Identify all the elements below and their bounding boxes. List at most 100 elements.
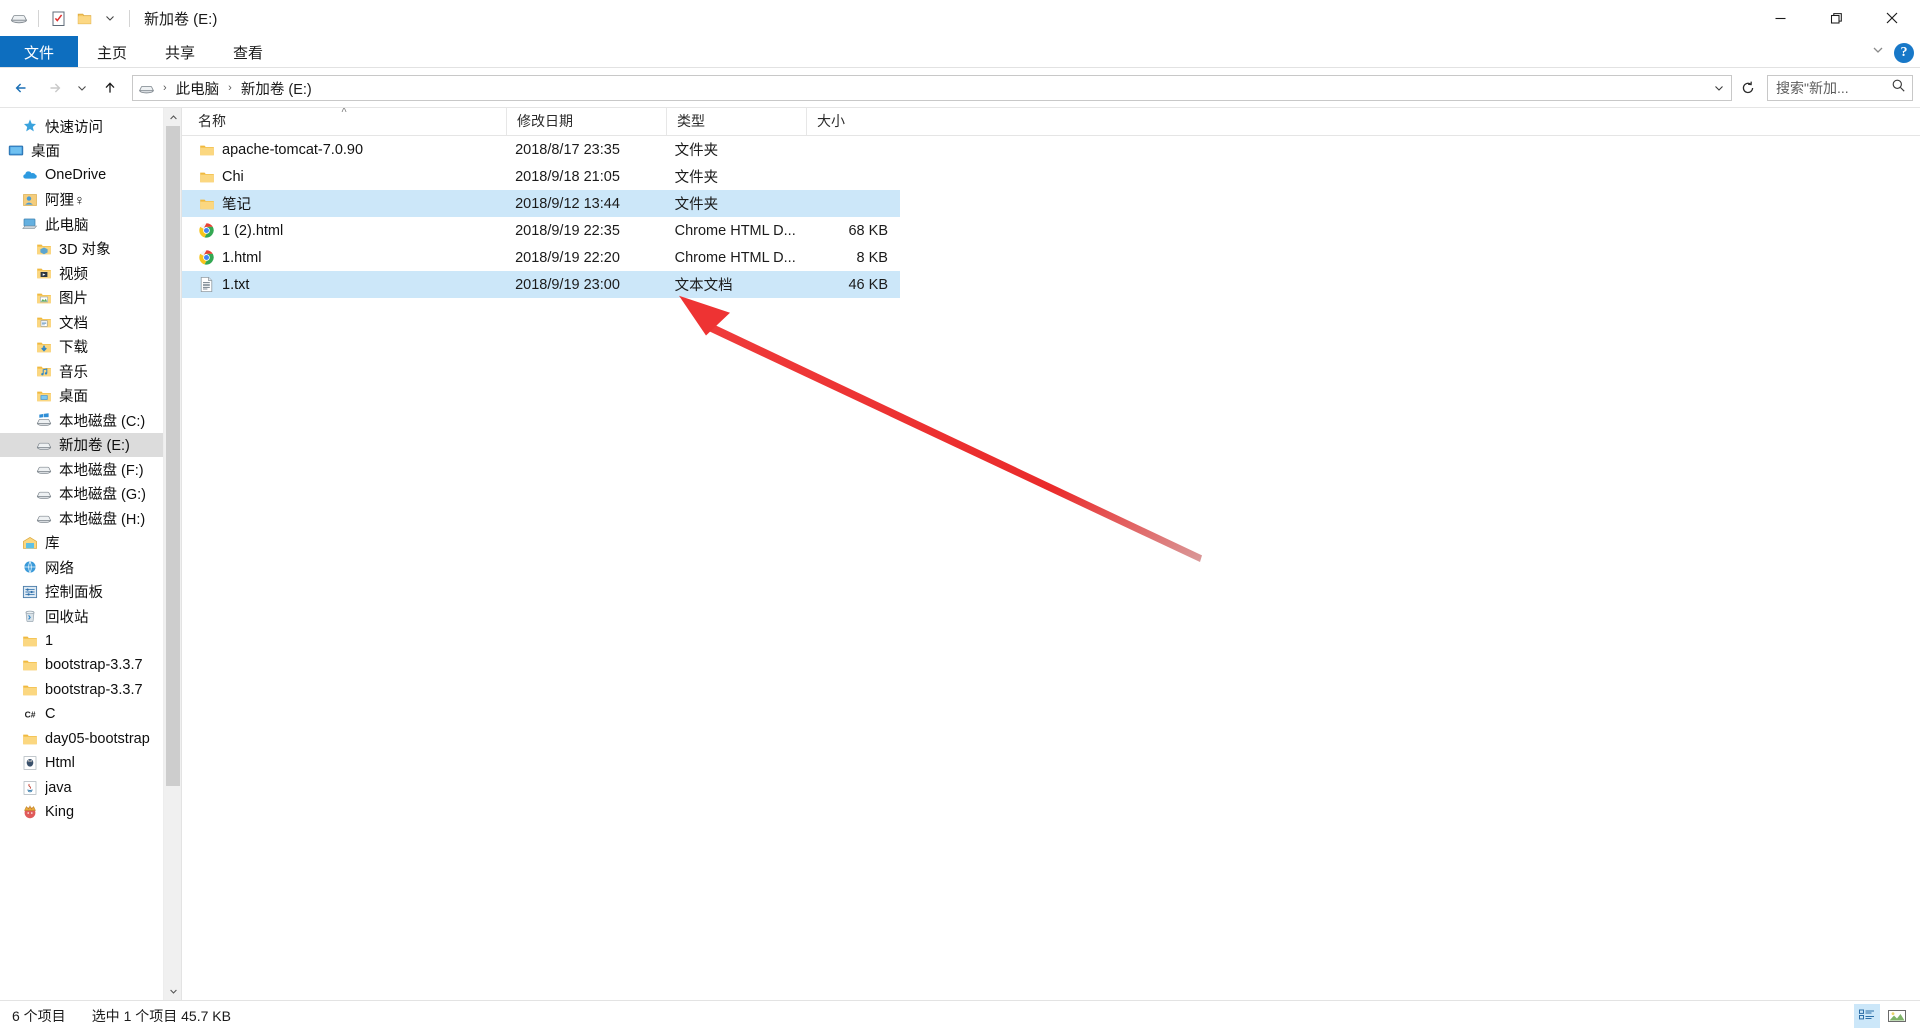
- sidebar-item-16[interactable]: 本地磁盘 (H:): [0, 506, 163, 531]
- sidebar-item-10[interactable]: 音乐: [0, 359, 163, 384]
- navigation-scrollbar[interactable]: [163, 108, 181, 1000]
- qat-separator-2: [129, 9, 130, 27]
- new-folder-icon[interactable]: [71, 5, 97, 31]
- folder-icon: [20, 729, 40, 749]
- column-header-name-label: 名称: [198, 113, 226, 129]
- large-icons-view-button[interactable]: [1884, 1004, 1910, 1028]
- nav-scrollbar-thumb[interactable]: [166, 126, 180, 786]
- sidebar-item-19[interactable]: 控制面板: [0, 580, 163, 605]
- table-row[interactable]: apache-tomcat-7.0.90 2018/8/17 23:35 文件夹: [182, 136, 900, 163]
- sidebar-item-9[interactable]: 下载: [0, 335, 163, 360]
- column-header-size[interactable]: 大小: [806, 108, 902, 135]
- this-pc-icon: [20, 214, 40, 234]
- search-icon[interactable]: [1891, 78, 1906, 98]
- tab-home[interactable]: 主页: [78, 36, 146, 68]
- back-button[interactable]: [6, 73, 38, 103]
- nav-scroll-up-button[interactable]: [164, 108, 181, 126]
- table-row[interactable]: 1.html 2018/9/19 22:20 Chrome HTML D... 8 K…: [182, 244, 900, 271]
- recent-locations-chevron-icon[interactable]: [70, 73, 94, 103]
- tab-view[interactable]: 查看: [214, 36, 282, 68]
- sidebar-item-11[interactable]: 桌面: [0, 384, 163, 409]
- up-button[interactable]: [94, 73, 126, 103]
- cell-type: 文本文档: [674, 278, 733, 294]
- sidebar-item-label: 库: [45, 536, 60, 553]
- selection-info-label: 选中 1 个项目 45.7 KB: [91, 1007, 231, 1024]
- details-view-button[interactable]: [1854, 1004, 1880, 1028]
- table-row[interactable]: Chi 2018/9/18 21:05 文件夹: [182, 163, 900, 190]
- sidebar-item-3[interactable]: 阿狸♀: [0, 188, 163, 213]
- sidebar-item-0[interactable]: 快速访问: [0, 114, 163, 139]
- sidebar-item-25[interactable]: day05-bootstrap: [0, 727, 163, 752]
- sidebar-item-6[interactable]: 视频: [0, 261, 163, 286]
- sidebar-item-24[interactable]: C# C: [0, 702, 163, 727]
- sidebar-item-label: OneDrive: [45, 167, 107, 184]
- ribbon-collapse-chevron-icon[interactable]: [1870, 42, 1886, 63]
- tab-file[interactable]: 文件: [0, 36, 79, 68]
- drive-icon: [6, 5, 32, 31]
- breadcrumb-item-this-pc[interactable]: 此电脑: [172, 78, 224, 99]
- search-input[interactable]: 搜索"新加...: [1767, 75, 1913, 101]
- sidebar-item-label: 本地磁盘 (F:): [59, 462, 144, 479]
- properties-icon[interactable]: [45, 5, 71, 31]
- breadcrumb-item-volume-e[interactable]: 新加卷 (E:): [237, 78, 316, 99]
- chrome-icon: [198, 222, 215, 239]
- column-header-date[interactable]: 修改日期: [506, 108, 666, 135]
- customize-qat-chevron-icon[interactable]: [97, 5, 123, 31]
- sidebar-item-label: 网络: [45, 560, 74, 577]
- table-row[interactable]: 1.txt 2018/9/19 23:00 文本文档 46 KB: [182, 271, 900, 298]
- breadcrumb[interactable]: › 此电脑 › 新加卷 (E:): [132, 75, 1732, 101]
- sidebar-item-13[interactable]: 新加卷 (E:): [0, 432, 163, 457]
- sidebar-item-22[interactable]: bootstrap-3.3.7: [0, 653, 163, 678]
- navigation-tree: 快速访问 桌面 OneDrive 阿狸♀ 此电脑 3D 对象 视频 图片 文档 下载 音乐 桌面 本地磁…: [0, 108, 163, 1000]
- breadcrumb-separator-0[interactable]: ›: [158, 82, 172, 94]
- tab-share[interactable]: 共享: [146, 36, 214, 68]
- sidebar-item-2[interactable]: OneDrive: [0, 163, 163, 188]
- cell-name: 1.html: [182, 249, 505, 266]
- sidebar-item-28[interactable]: King: [0, 800, 163, 825]
- help-icon[interactable]: ?: [1894, 42, 1914, 63]
- sidebar-item-label: 快速访问: [45, 119, 103, 136]
- cell-name: 1.txt: [182, 276, 505, 293]
- minimize-button[interactable]: [1752, 0, 1808, 36]
- file-list-pane: ˄ 名称 修改日期 类型 大小 apache-tomcat-7.0.90 2018…: [182, 108, 1920, 1000]
- sidebar-item-15[interactable]: 本地磁盘 (G:): [0, 482, 163, 507]
- sidebar-item-1[interactable]: 桌面: [0, 139, 163, 164]
- sidebar-item-18[interactable]: 网络: [0, 555, 163, 580]
- close-button[interactable]: [1864, 0, 1920, 36]
- sidebar-item-14[interactable]: 本地磁盘 (F:): [0, 457, 163, 482]
- table-row[interactable]: 1 (2).html 2018/9/19 22:35 Chrome HTML D..…: [182, 217, 900, 244]
- nav-scroll-down-button[interactable]: [164, 982, 181, 1000]
- sidebar-item-7[interactable]: 图片: [0, 286, 163, 311]
- column-header-name[interactable]: ˄ 名称: [182, 108, 506, 135]
- refresh-button[interactable]: [1734, 75, 1762, 101]
- column-header-type[interactable]: 类型: [666, 108, 806, 135]
- sidebar-item-label: 音乐: [59, 364, 88, 381]
- sidebar-item-26[interactable]: Html: [0, 751, 163, 776]
- folder-documents-icon: [34, 312, 54, 332]
- sidebar-item-12[interactable]: 本地磁盘 (C:): [0, 408, 163, 433]
- column-headers: ˄ 名称 修改日期 类型 大小: [182, 108, 1920, 136]
- sidebar-item-label: 图片: [59, 291, 88, 308]
- table-row[interactable]: 笔记 2018/9/12 13:44 文件夹: [182, 190, 900, 217]
- sidebar-item-21[interactable]: 1: [0, 629, 163, 654]
- sidebar-item-5[interactable]: 3D 对象: [0, 237, 163, 262]
- forward-button[interactable]: [38, 73, 70, 103]
- breadcrumb-dropdown-chevron-icon[interactable]: [1707, 76, 1731, 100]
- sidebar-item-label: 新加卷 (E:): [59, 438, 130, 455]
- sidebar-item-4[interactable]: 此电脑: [0, 212, 163, 237]
- folder-icon: [198, 195, 215, 212]
- cell-type: Chrome HTML D...: [674, 249, 796, 266]
- sidebar-item-label: 3D 对象: [59, 242, 111, 259]
- qat-separator-1: [38, 9, 39, 27]
- sidebar-item-27[interactable]: java: [0, 776, 163, 801]
- sidebar-item-label: 桌面: [31, 144, 60, 161]
- sidebar-item-17[interactable]: 库: [0, 531, 163, 556]
- sidebar-item-8[interactable]: 文档: [0, 310, 163, 335]
- maximize-restore-button[interactable]: [1808, 0, 1864, 36]
- file-name-label: 1.txt: [222, 276, 250, 293]
- sidebar-item-20[interactable]: 回收站: [0, 604, 163, 629]
- cell-name: 笔记: [182, 193, 505, 214]
- breadcrumb-separator-1[interactable]: ›: [223, 82, 237, 94]
- sidebar-item-23[interactable]: bootstrap-3.3.7: [0, 678, 163, 703]
- file-name-label: 笔记: [222, 197, 251, 213]
